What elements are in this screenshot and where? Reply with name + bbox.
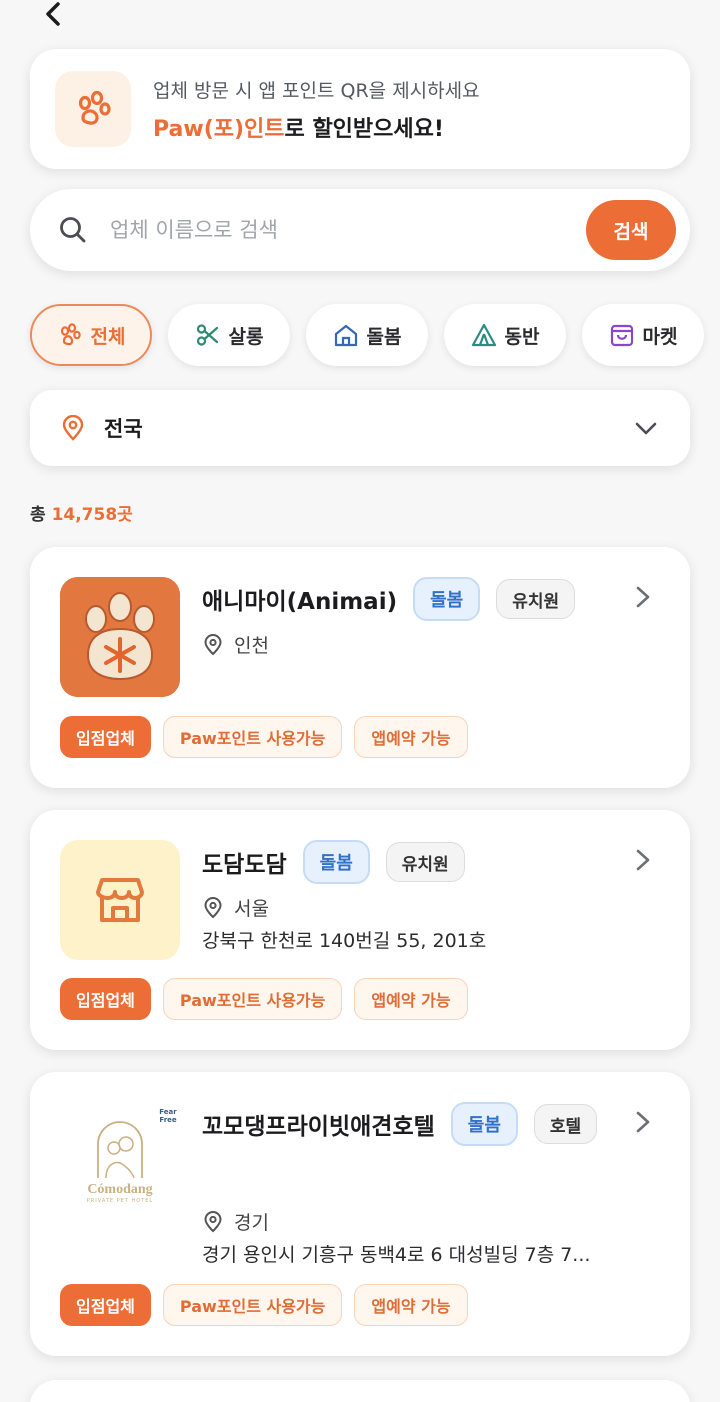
result-count-prefix: 총 bbox=[30, 505, 46, 525]
house-icon bbox=[334, 324, 357, 347]
business-address: 경기 용인시 기흥구 동백4로 6 대성빌딩 7층 7... bbox=[202, 1244, 591, 1266]
category-badge: 돌봄 bbox=[302, 840, 370, 884]
shopping-bag-icon bbox=[610, 324, 633, 347]
booking-tag: 앱예약 가능 bbox=[354, 716, 468, 758]
business-thumbnail bbox=[60, 840, 180, 960]
business-card[interactable]: 도담도담 돌봄 유치원 서울 강북구 한천로 140번길 55, 201호 입점… bbox=[30, 810, 690, 1050]
chevron-right-icon bbox=[636, 1111, 650, 1133]
chevron-right-icon bbox=[636, 586, 650, 608]
business-tags: 입점업체 Paw포인트 사용가능 앱예약 가능 bbox=[60, 978, 468, 1020]
booking-tag: 앱예약 가능 bbox=[354, 1284, 468, 1326]
points-tag: Paw포인트 사용가능 bbox=[162, 978, 343, 1020]
business-location: 경기 bbox=[202, 1208, 269, 1235]
category-chip-care[interactable]: 돌봄 bbox=[306, 304, 428, 366]
location-pin-icon bbox=[204, 896, 222, 918]
paw-icon bbox=[60, 323, 81, 346]
location-pin-icon bbox=[62, 415, 84, 441]
chevron-down-icon bbox=[635, 422, 657, 435]
promo-headline-accent: Paw(포)인트 bbox=[153, 116, 285, 142]
region-selector[interactable]: 전국 bbox=[30, 390, 690, 466]
promo-headline: Paw(포)인트로 할인받으세요! bbox=[153, 111, 480, 143]
tent-icon bbox=[471, 323, 496, 347]
category-chip-salon[interactable]: 살롱 bbox=[168, 304, 290, 366]
business-region: 경기 bbox=[234, 1212, 269, 1234]
category-badge: 돌봄 bbox=[413, 577, 481, 621]
business-tags: 입점업체 Paw포인트 사용가능 앱예약 가능 bbox=[60, 716, 468, 758]
category-chip-all[interactable]: 전체 bbox=[30, 304, 152, 366]
business-address: 강북구 한천로 140번길 55, 201호 bbox=[202, 930, 487, 952]
category-chip-label: 동반 bbox=[504, 325, 540, 348]
business-name: 애니마이(Animai) bbox=[202, 589, 398, 615]
partner-tag: 입점업체 bbox=[60, 978, 151, 1020]
paw-logo-icon bbox=[60, 577, 180, 697]
promo-instruction: 업체 방문 시 앱 포인트 QR을 제시하세요 bbox=[153, 79, 480, 102]
promo-paw-icon bbox=[55, 71, 131, 147]
partner-tag: 입점업체 bbox=[60, 1284, 151, 1326]
store-icon bbox=[96, 878, 144, 922]
search-icon bbox=[60, 217, 86, 243]
back-button[interactable] bbox=[36, 0, 72, 30]
region-label: 전국 bbox=[104, 417, 143, 441]
location-pin-icon bbox=[204, 633, 222, 655]
hotel-logo-subtext: PRIVATE PET HOTEL bbox=[86, 1198, 154, 1204]
category-badge: 돌봄 bbox=[450, 1102, 518, 1146]
booking-tag: 앱예약 가능 bbox=[354, 978, 468, 1020]
business-card[interactable]: Cómodang PRIVATE PET HOTEL Fear Free 꼬모댕… bbox=[30, 1072, 690, 1356]
partner-tag: 입점업체 bbox=[60, 716, 151, 758]
points-tag: Paw포인트 사용가능 bbox=[162, 1284, 343, 1326]
type-badge: 유치원 bbox=[496, 579, 576, 619]
business-card[interactable]: 애니마이(Animai) 돌봄 유치원 인천 입점업체 Paw포인트 사용가능 … bbox=[30, 547, 690, 788]
chevron-right-icon bbox=[636, 849, 650, 871]
business-location: 서울 bbox=[202, 894, 269, 921]
type-badge: 유치원 bbox=[385, 842, 465, 882]
business-card-partial[interactable] bbox=[30, 1380, 690, 1402]
category-chip-label: 마켓 bbox=[642, 325, 678, 348]
category-filter: 전체 살롱 돌봄 동반 마켓 bbox=[30, 304, 704, 366]
points-tag: Paw포인트 사용가능 bbox=[162, 716, 343, 758]
type-badge: 호텔 bbox=[533, 1104, 598, 1144]
result-count: 총 14,758곳 bbox=[30, 500, 133, 525]
category-chip-label: 살롱 bbox=[228, 325, 264, 348]
business-thumbnail bbox=[60, 577, 180, 697]
search-input[interactable] bbox=[110, 218, 550, 242]
promo-headline-rest: 로 할인받으세요! bbox=[284, 116, 444, 142]
result-count-value: 14,758곳 bbox=[51, 505, 133, 525]
business-region: 서울 bbox=[234, 898, 269, 920]
category-chip-companion[interactable]: 동반 bbox=[444, 304, 566, 366]
business-region: 인천 bbox=[234, 635, 269, 657]
category-chip-label: 전체 bbox=[90, 325, 126, 348]
hotel-logo-icon bbox=[97, 1121, 143, 1179]
business-name: 꼬모댕프라이빗애견호텔 bbox=[202, 1114, 435, 1140]
search-bar: 검색 bbox=[30, 189, 690, 271]
hotel-logo-text: Cómodang bbox=[87, 1182, 153, 1197]
fear-free-badge: Fear Free bbox=[159, 1108, 177, 1124]
scissors-icon bbox=[196, 324, 218, 346]
point-promo-banner[interactable]: 업체 방문 시 앱 포인트 QR을 제시하세요 Paw(포)인트로 할인받으세요… bbox=[30, 49, 690, 169]
category-chip-label: 돌봄 bbox=[366, 325, 402, 348]
business-tags: 입점업체 Paw포인트 사용가능 앱예약 가능 bbox=[60, 1284, 468, 1326]
category-chip-market[interactable]: 마켓 bbox=[582, 304, 704, 366]
business-name: 도담도담 bbox=[202, 852, 287, 878]
business-location: 인천 bbox=[202, 631, 269, 658]
location-pin-icon bbox=[204, 1210, 222, 1232]
chevron-left-icon bbox=[46, 2, 60, 26]
search-button[interactable]: 검색 bbox=[586, 200, 676, 260]
